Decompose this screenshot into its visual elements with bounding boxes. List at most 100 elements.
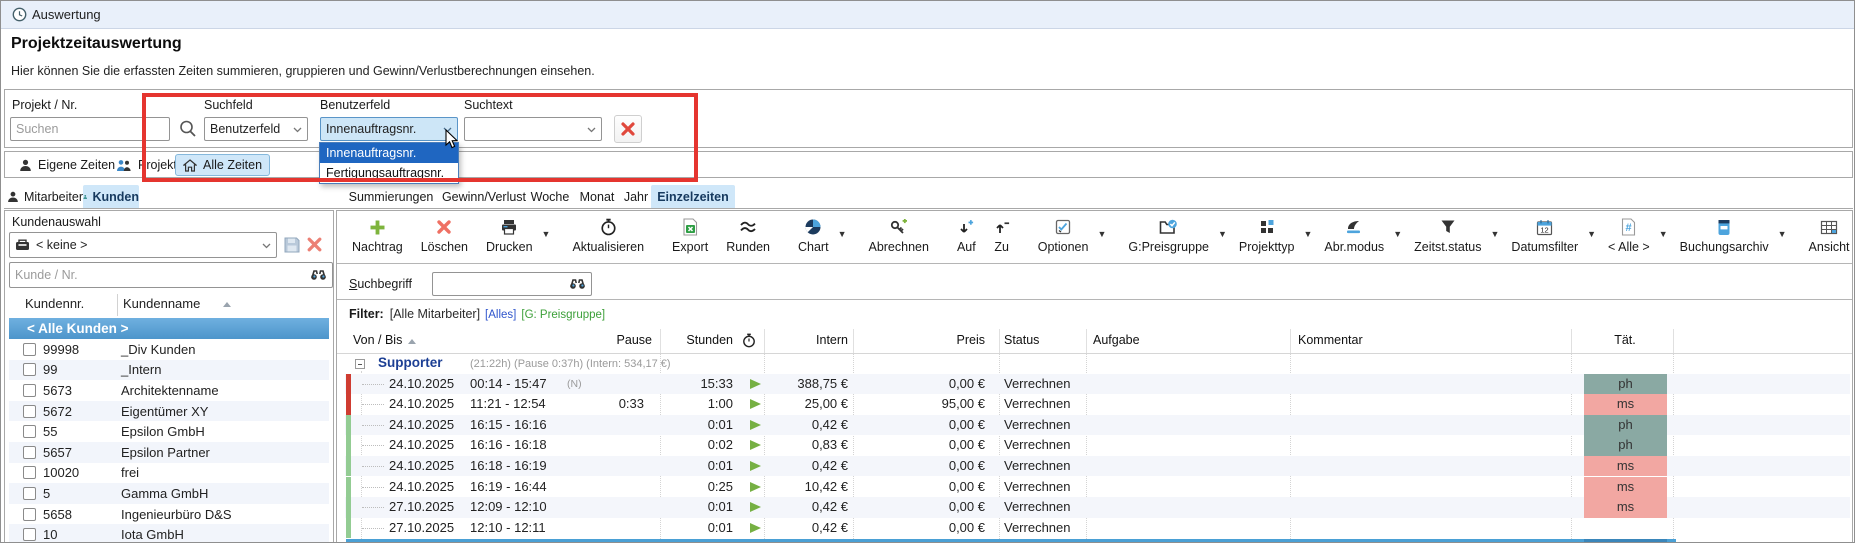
row-checkbox[interactable]	[23, 405, 36, 418]
view-tab-woche[interactable]: Woche	[527, 185, 573, 208]
customer-row[interactable]: 99998_Div Kunden	[9, 339, 329, 360]
dropdown-arrow-icon[interactable]: ▼	[838, 229, 847, 239]
col-preis[interactable]: Preis	[882, 328, 985, 353]
col-taet[interactable]: Tät.	[1577, 328, 1673, 353]
toolbar-button-zu[interactable]: Zu	[985, 214, 1019, 263]
toolbar-button-nachtrag[interactable]: Nachtrag	[343, 214, 412, 263]
tree-connector	[362, 425, 384, 426]
project-search-input[interactable]: Suchen	[10, 117, 170, 141]
view-tab-summierungen[interactable]: Summierungen	[345, 185, 437, 208]
row-checkbox[interactable]	[23, 363, 36, 376]
col-pause[interactable]: Pause	[562, 328, 652, 353]
row-checkbox[interactable]	[23, 343, 36, 356]
search-icon[interactable]	[178, 119, 198, 142]
col-von-bis[interactable]: Von / Bis	[353, 328, 553, 353]
time-row[interactable]: 24.10.202511:21 - 12:540:331:0025,00 €95…	[345, 394, 1850, 415]
toolbar-button-auf[interactable]: Auf	[948, 214, 985, 263]
toolbar-button-projekttyp[interactable]: Projekttyp	[1230, 214, 1304, 263]
filter-part[interactable]: [Alles]	[485, 309, 516, 321]
clear-selection-button[interactable]	[306, 236, 323, 256]
customer-row[interactable]: 10Iota GmbH	[9, 524, 329, 543]
tab-mitarbeiter[interactable]: Mitarbeiter	[7, 185, 83, 208]
toolbar-button-aktualisieren[interactable]: Aktualisieren	[563, 214, 653, 263]
col-kommentar[interactable]: Kommentar	[1298, 328, 1438, 353]
partial-selected-row[interactable]	[346, 539, 1676, 543]
view-tab-gewinnverlust[interactable]: Gewinn/Verlust	[439, 185, 529, 208]
customer-row[interactable]: 5658Ingenieurbüro D&S	[9, 504, 329, 525]
customer-row[interactable]: 5672Eigentümer XY	[9, 401, 329, 422]
save-selection-button[interactable]	[283, 236, 301, 257]
view-tab-monat[interactable]: Monat	[575, 185, 619, 208]
clear-search-button[interactable]	[614, 115, 642, 143]
col-aufgabe[interactable]: Aufgabe	[1093, 328, 1213, 353]
tab-kunden[interactable]: Kunden	[83, 185, 139, 208]
col-intern[interactable]: Intern	[762, 328, 848, 353]
dropdown-arrow-icon[interactable]: ▼	[1218, 229, 1227, 239]
time-row[interactable]: 24.10.202516:16 - 16:180:020,83 €0,00 €V…	[345, 435, 1850, 456]
dropdown-arrow-icon[interactable]: ▼	[1304, 229, 1313, 239]
customer-filter-input[interactable]: Kunde / Nr.	[9, 262, 333, 288]
time-row[interactable]: 24.10.202516:18 - 16:190:010,42 €0,00 €V…	[345, 456, 1850, 477]
suchfeld-combo[interactable]: Benutzerfeld	[204, 117, 308, 141]
dropdown-arrow-icon[interactable]: ▼	[1393, 229, 1402, 239]
time-row[interactable]: 27.10.202512:10 - 12:110:010,42 €0,00 €V…	[345, 518, 1850, 539]
row-checkbox[interactable]	[23, 446, 36, 459]
customer-row[interactable]: 10020frei	[9, 463, 329, 484]
benutzerfeld-combo[interactable]: Innenauftragsnr.	[320, 117, 458, 141]
time-row[interactable]: 24.10.202500:14 - 15:47(N)15:33388,75 €0…	[345, 374, 1850, 395]
row-checkbox[interactable]	[23, 384, 36, 397]
customer-row[interactable]: 99_Intern	[9, 360, 329, 381]
customer-selection-combo[interactable]: < keine >	[9, 232, 277, 258]
customer-row[interactable]: 5657Epsilon Partner	[9, 442, 329, 463]
toolbar-button-zeitst-status[interactable]: Zeitst.status	[1405, 214, 1490, 263]
row-checkbox[interactable]	[23, 425, 36, 438]
customer-row[interactable]: 5Gamma GmbH	[9, 483, 329, 504]
scope-eigene-zeiten[interactable]: Eigene Zeiten	[11, 154, 123, 176]
toolbar-button-runden[interactable]: Runden	[717, 214, 779, 263]
dropdown-arrow-icon[interactable]: ▼	[1778, 229, 1787, 239]
toolbar-button-ansicht[interactable]: Ansicht	[1800, 214, 1855, 263]
filter-part[interactable]: [G: Preisgruppe]	[521, 309, 605, 321]
col-status[interactable]: Status	[1004, 328, 1084, 353]
customer-row[interactable]: 5673Architektenname	[9, 380, 329, 401]
customer-table-header[interactable]: Kundennr. Kundenname	[9, 292, 329, 319]
view-tab-einzelzeiten[interactable]: Einzelzeiten	[651, 185, 735, 208]
toolbar-button-abrechnen[interactable]: Abrechnen	[859, 214, 937, 263]
dropdown-arrow-icon[interactable]: ▼	[1659, 229, 1668, 239]
row-checkbox[interactable]	[23, 508, 36, 521]
col-kundennr[interactable]: Kundennr.	[25, 296, 84, 311]
toolbar-button-g-preisgruppe[interactable]: G:Preisgruppe	[1119, 214, 1218, 263]
toolbar-button-l-schen[interactable]: Löschen	[412, 214, 477, 263]
time-row[interactable]: 24.10.202516:15 - 16:160:010,42 €0,00 €V…	[345, 415, 1850, 436]
toolbar-button-abr-modus[interactable]: Abr.modus	[1315, 214, 1393, 263]
toolbar-button-datumsfilter[interactable]: 12Datumsfilter	[1502, 214, 1587, 263]
group-name[interactable]: Supporter	[378, 355, 443, 370]
view-tab-jahr[interactable]: Jahr	[619, 185, 653, 208]
col-stunden[interactable]: Stunden	[657, 328, 733, 353]
row-checkbox[interactable]	[23, 466, 36, 479]
toolbar-button-chart[interactable]: Chart	[789, 214, 838, 263]
toolbar-button-export[interactable]: Export	[663, 214, 717, 263]
customer-row[interactable]: 55Epsilon GmbH	[9, 421, 329, 442]
dropdown-arrow-icon[interactable]: ▼	[1587, 229, 1596, 239]
toolbar-button-optionen[interactable]: Optionen	[1029, 214, 1098, 263]
suchbegriff-input[interactable]	[432, 272, 592, 296]
toolbar-button-buchungsarchiv[interactable]: Buchungsarchiv	[1671, 214, 1778, 263]
row-checkbox[interactable]	[23, 528, 36, 541]
dropdown-arrow-icon[interactable]: ▼	[1097, 229, 1106, 239]
dropdown-arrow-icon[interactable]: ▼	[542, 229, 551, 239]
toolbar-button-drucken[interactable]: Drucken	[477, 214, 542, 263]
time-row[interactable]: 27.10.202512:09 - 12:100:010,42 €0,00 €V…	[345, 497, 1850, 518]
toolbar-button-alle[interactable]: #< Alle >	[1599, 214, 1659, 263]
all-customers-row[interactable]: < Alle Kunden >	[9, 318, 329, 339]
collapse-icon[interactable]	[355, 359, 365, 369]
row-checkbox[interactable]	[23, 487, 36, 500]
filter-part[interactable]: [Alle Mitarbeiter]	[390, 307, 480, 321]
scope-alle-zeiten[interactable]: Alle Zeiten	[175, 154, 270, 176]
suchtext-combo[interactable]	[464, 117, 602, 141]
time-row[interactable]: 24.10.202516:19 - 16:440:2510,42 €0,00 €…	[345, 477, 1850, 498]
dropdown-arrow-icon[interactable]: ▼	[1491, 229, 1500, 239]
col-kundenname[interactable]: Kundenname	[123, 296, 200, 311]
dropdown-option[interactable]: Fertigungsauftragsnr.	[320, 163, 458, 183]
dropdown-option[interactable]: Innenauftragsnr.	[320, 143, 458, 163]
